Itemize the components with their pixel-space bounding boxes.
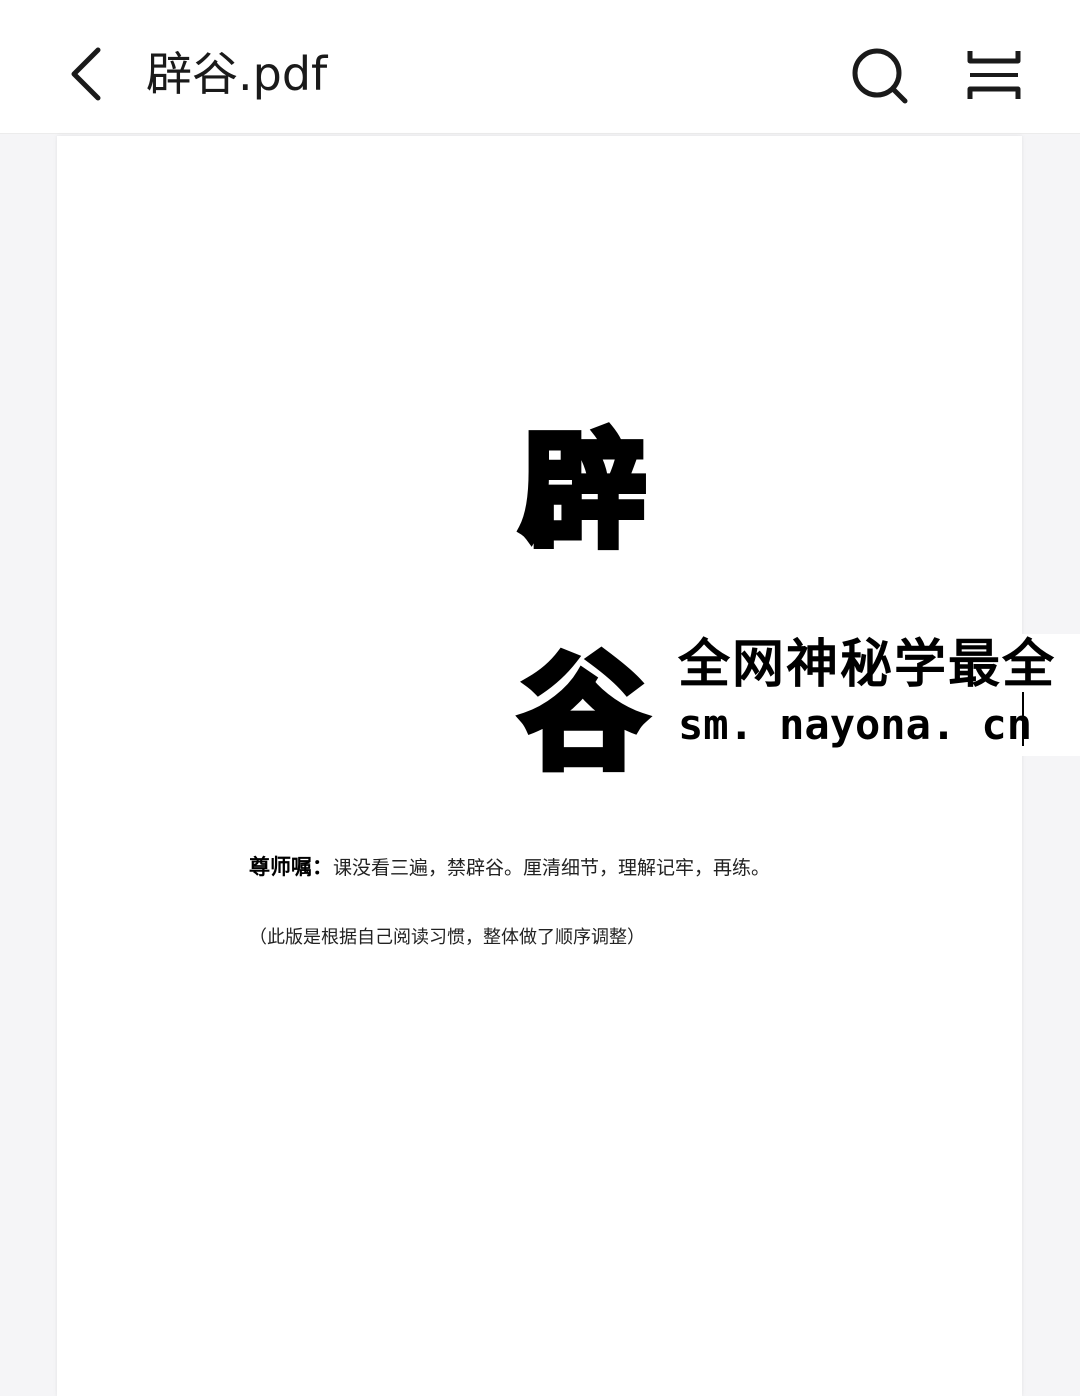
edition-note: （此版是根据自己阅读习惯，整体做了顺序调整） [249, 927, 645, 948]
cover-title-char-2: 谷 [517, 642, 649, 786]
watermark-line-2: sm. nayona. cn [678, 700, 1033, 749]
motto-text: 课没看三遍，禁辟谷。厘清细节，理解记牢，再练。 [333, 857, 771, 879]
teacher-motto: 尊师嘱：课没看三遍，禁辟谷。厘清细节，理解记牢，再练。 [249, 853, 770, 882]
top-bar: 辟谷.pdf [0, 0, 1080, 134]
watermark-overlay: 全网神秘学最全 sm. nayona. cn [670, 634, 1080, 756]
file-title: 辟谷.pdf [146, 47, 328, 101]
motto-label: 尊师嘱： [249, 855, 333, 879]
back-button[interactable] [58, 40, 114, 108]
search-icon [852, 48, 908, 104]
search-button[interactable] [844, 40, 914, 110]
watermark-line-1: 全网神秘学最全 [678, 634, 1057, 695]
chevron-left-icon [71, 47, 101, 101]
pdf-page[interactable]: 辟 谷 尊师嘱：课没看三遍，禁辟谷。厘清细节，理解记牢，再练。 （此版是根据自己… [57, 136, 1022, 1396]
reading-mode-button[interactable] [958, 40, 1030, 110]
text-caret [1022, 692, 1024, 746]
cover-title-char-1: 辟 [517, 420, 649, 564]
pdf-viewer[interactable]: 辟 谷 尊师嘱：课没看三遍，禁辟谷。厘清细节，理解记牢，再练。 （此版是根据自己… [0, 134, 1080, 1396]
double-bracket-icon [967, 51, 1021, 99]
